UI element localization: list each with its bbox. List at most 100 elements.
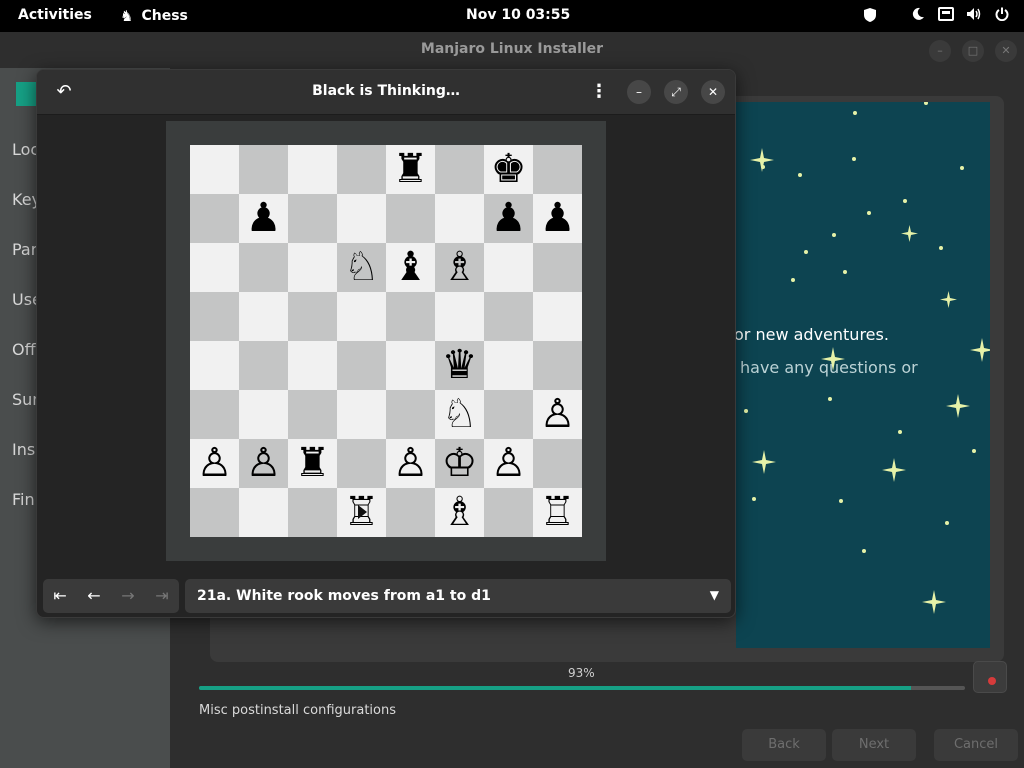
square-a3[interactable] [190, 390, 239, 439]
square-b5[interactable] [239, 292, 288, 341]
square-g2[interactable]: ♙ [484, 439, 533, 488]
square-d5[interactable] [337, 292, 386, 341]
square-h1[interactable]: ♖ [533, 488, 582, 537]
square-c5[interactable] [288, 292, 337, 341]
square-g6[interactable] [484, 243, 533, 292]
square-e6[interactable]: ♝ [386, 243, 435, 292]
square-g4[interactable] [484, 341, 533, 390]
square-f5[interactable] [435, 292, 484, 341]
square-d3[interactable] [337, 390, 386, 439]
black-bishop-icon[interactable]: ♝ [386, 243, 435, 292]
white-bishop-icon[interactable]: ♗ [435, 243, 484, 292]
square-h4[interactable] [533, 341, 582, 390]
square-e7[interactable] [386, 194, 435, 243]
square-h8[interactable] [533, 145, 582, 194]
square-b3[interactable] [239, 390, 288, 439]
square-e8[interactable]: ♜ [386, 145, 435, 194]
square-e3[interactable] [386, 390, 435, 439]
volume-icon[interactable] [966, 7, 982, 23]
square-g1[interactable] [484, 488, 533, 537]
square-g3[interactable] [484, 390, 533, 439]
white-king-icon[interactable]: ♔ [435, 439, 484, 488]
minimize-icon[interactable]: – [627, 80, 651, 104]
square-g8[interactable]: ♚ [484, 145, 533, 194]
square-b6[interactable] [239, 243, 288, 292]
square-c3[interactable] [288, 390, 337, 439]
square-e2[interactable]: ♙ [386, 439, 435, 488]
square-f2[interactable]: ♔ [435, 439, 484, 488]
last-move-icon[interactable]: ⇥ [145, 579, 179, 613]
white-pawn-icon[interactable]: ♙ [239, 439, 288, 488]
square-c7[interactable] [288, 194, 337, 243]
square-f6[interactable]: ♗ [435, 243, 484, 292]
square-e4[interactable] [386, 341, 435, 390]
square-d2[interactable] [337, 439, 386, 488]
network-icon[interactable] [938, 7, 954, 23]
black-rook-icon[interactable]: ♜ [288, 439, 337, 488]
white-rook-icon[interactable]: ♖ [533, 488, 582, 537]
square-c6[interactable] [288, 243, 337, 292]
square-g5[interactable] [484, 292, 533, 341]
black-rook-icon[interactable]: ♜ [386, 145, 435, 194]
kebab-menu-icon[interactable]: ⋮ [587, 80, 611, 104]
black-queen-icon[interactable]: ♛ [435, 341, 484, 390]
maximize-icon[interactable]: □ [962, 40, 984, 62]
white-knight-icon[interactable]: ♘ [337, 243, 386, 292]
square-d6[interactable]: ♘ [337, 243, 386, 292]
square-b7[interactable]: ♟ [239, 194, 288, 243]
square-a5[interactable] [190, 292, 239, 341]
square-d4[interactable] [337, 341, 386, 390]
system-tray[interactable] [862, 7, 1010, 23]
square-a8[interactable] [190, 145, 239, 194]
white-pawn-icon[interactable]: ♙ [386, 439, 435, 488]
black-pawn-icon[interactable]: ♟ [239, 194, 288, 243]
minimize-icon[interactable]: – [929, 40, 951, 62]
power-icon[interactable] [994, 7, 1010, 23]
app-menu[interactable]: ♞ Chess [120, 7, 188, 25]
first-move-icon[interactable]: ⇤ [43, 579, 77, 613]
square-c1[interactable] [288, 488, 337, 537]
black-pawn-icon[interactable]: ♟ [533, 194, 582, 243]
shield-icon[interactable] [862, 7, 878, 23]
square-f7[interactable] [435, 194, 484, 243]
square-f8[interactable] [435, 145, 484, 194]
chess-board[interactable]: ♜ ♚ ♟ ♟ ♟ ♘ ♝ ♗ ♛ ♘ ♙ ♙ ♙ ♜ ♙ ♔ ♙ ♖ ♗ ♖ [190, 145, 582, 537]
close-icon[interactable]: ✕ [995, 40, 1017, 62]
square-e5[interactable] [386, 292, 435, 341]
square-b1[interactable] [239, 488, 288, 537]
square-f4[interactable]: ♛ [435, 341, 484, 390]
clock[interactable]: Nov 10 03:55 [466, 7, 570, 23]
square-d8[interactable] [337, 145, 386, 194]
white-pawn-icon[interactable]: ♙ [190, 439, 239, 488]
black-king-icon[interactable]: ♚ [484, 145, 533, 194]
next-button[interactable]: Next [832, 729, 916, 761]
square-h3[interactable]: ♙ [533, 390, 582, 439]
black-pawn-icon[interactable]: ♟ [484, 194, 533, 243]
square-c8[interactable] [288, 145, 337, 194]
white-knight-icon[interactable]: ♘ [435, 390, 484, 439]
square-a7[interactable] [190, 194, 239, 243]
square-f1[interactable]: ♗ [435, 488, 484, 537]
cancel-button[interactable]: Cancel [934, 729, 1018, 761]
previous-move-icon[interactable]: ← [77, 579, 111, 613]
square-b8[interactable] [239, 145, 288, 194]
night-light-icon[interactable] [910, 7, 926, 23]
square-h6[interactable] [533, 243, 582, 292]
square-c4[interactable] [288, 341, 337, 390]
toggle-log-button[interactable] [973, 661, 1007, 693]
square-h7[interactable]: ♟ [533, 194, 582, 243]
square-f3[interactable]: ♘ [435, 390, 484, 439]
square-b2[interactable]: ♙ [239, 439, 288, 488]
move-history-dropdown[interactable]: 21a. White rook moves from a1 to d1 ▼ [185, 579, 731, 613]
white-pawn-icon[interactable]: ♙ [484, 439, 533, 488]
square-a4[interactable] [190, 341, 239, 390]
square-a2[interactable]: ♙ [190, 439, 239, 488]
square-c2[interactable]: ♜ [288, 439, 337, 488]
activities-button[interactable]: Activities [18, 7, 92, 23]
back-button[interactable]: Back [742, 729, 826, 761]
close-icon[interactable]: ✕ [701, 80, 725, 104]
square-a1[interactable] [190, 488, 239, 537]
square-a6[interactable] [190, 243, 239, 292]
maximize-icon[interactable]: ⤢ [664, 80, 688, 104]
white-pawn-icon[interactable]: ♙ [533, 390, 582, 439]
